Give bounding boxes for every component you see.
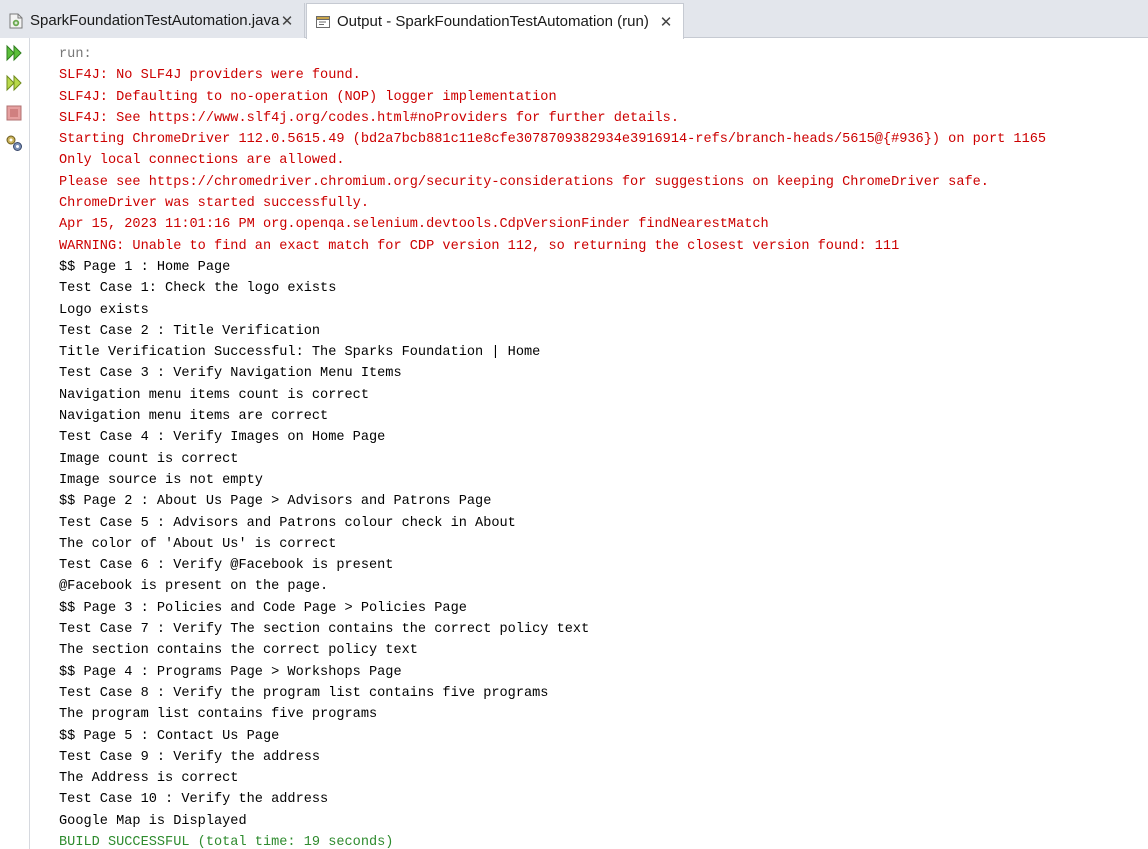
output-toolbar: [0, 38, 30, 849]
rerun-with-options-icon[interactable]: [3, 72, 25, 94]
output-line: WARNING: Unable to find an exact match f…: [59, 238, 900, 254]
settings-icon[interactable]: [3, 132, 25, 154]
output-line: Test Case 4 : Verify Images on Home Page: [59, 430, 386, 446]
output-line: Navigation menu items count is correct: [59, 387, 369, 403]
output-line: The section contains the correct policy …: [59, 643, 418, 659]
output-line: Navigation menu items are correct: [59, 409, 329, 425]
output-line: Google Map is Displayed: [59, 813, 247, 829]
output-line: $$ Page 5 : Contact Us Page: [59, 728, 280, 744]
output-line: Test Case 7 : Verify The section contain…: [59, 622, 590, 638]
output-line: The Address is correct: [59, 771, 239, 787]
output-line: Image source is not empty: [59, 472, 263, 488]
output-line: $$ Page 4 : Programs Page > Workshops Pa…: [59, 664, 402, 680]
output-line: SLF4J: No SLF4J providers were found.: [59, 68, 361, 84]
output-line: Logo exists: [59, 302, 149, 318]
java-file-icon: [8, 13, 24, 29]
output-console[interactable]: run: SLF4J: No SLF4J providers were found…: [59, 44, 1148, 849]
editor-tab-bar: SparkFoundationTestAutomation.java ✕ Out…: [0, 0, 1148, 39]
tab-java-file[interactable]: SparkFoundationTestAutomation.java ✕: [0, 3, 305, 38]
output-line: $$ Page 1 : Home Page: [59, 259, 231, 275]
close-icon[interactable]: ✕: [659, 13, 673, 31]
close-icon[interactable]: ✕: [280, 12, 294, 30]
output-line: SLF4J: See https://www.slf4j.org/codes.h…: [59, 110, 679, 126]
output-line: SLF4J: Defaulting to no-operation (NOP) …: [59, 89, 557, 105]
tab-label: Output - SparkFoundationTestAutomation (…: [337, 13, 649, 30]
stop-icon[interactable]: [3, 102, 25, 124]
tab-label: SparkFoundationTestAutomation.java: [30, 12, 280, 29]
tab-output[interactable]: Output - SparkFoundationTestAutomation (…: [306, 3, 684, 39]
output-line: The program list contains five programs: [59, 707, 378, 723]
output-line: Image count is correct: [59, 451, 239, 467]
output-line: Test Case 5 : Advisors and Patrons colou…: [59, 515, 516, 531]
output-line: $$ Page 3 : Policies and Code Page > Pol…: [59, 600, 467, 616]
output-line: BUILD SUCCESSFUL (total time: 19 seconds…: [59, 834, 394, 849]
output-line: Test Case 9 : Verify the address: [59, 749, 321, 765]
output-line: Apr 15, 2023 11:01:16 PM org.openqa.sele…: [59, 217, 769, 233]
rerun-icon[interactable]: [3, 42, 25, 64]
output-line: Please see https://chromedriver.chromium…: [59, 174, 989, 190]
output-line: $$ Page 2 : About Us Page > Advisors and…: [59, 494, 492, 510]
output-line: Title Verification Successful: The Spark…: [59, 345, 541, 361]
output-line: ChromeDriver was started successfully.: [59, 196, 369, 212]
output-line: Test Case 6 : Verify @Facebook is presen…: [59, 558, 394, 574]
output-line: The color of 'About Us' is correct: [59, 536, 337, 552]
output-line: run:: [59, 47, 92, 62]
output-line: Test Case 3 : Verify Navigation Menu Ite…: [59, 366, 402, 382]
output-line: Test Case 2 : Title Verification: [59, 323, 321, 339]
output-line: Test Case 1: Check the logo exists: [59, 281, 337, 297]
output-line: Test Case 8 : Verify the program list co…: [59, 685, 549, 701]
output-line: @Facebook is present on the page.: [59, 579, 329, 595]
output-line: Only local connections are allowed.: [59, 153, 345, 169]
output-line: Test Case 10 : Verify the address: [59, 792, 329, 808]
output-window-icon: [315, 14, 331, 30]
output-line: Starting ChromeDriver 112.0.5615.49 (bd2…: [59, 132, 1047, 148]
